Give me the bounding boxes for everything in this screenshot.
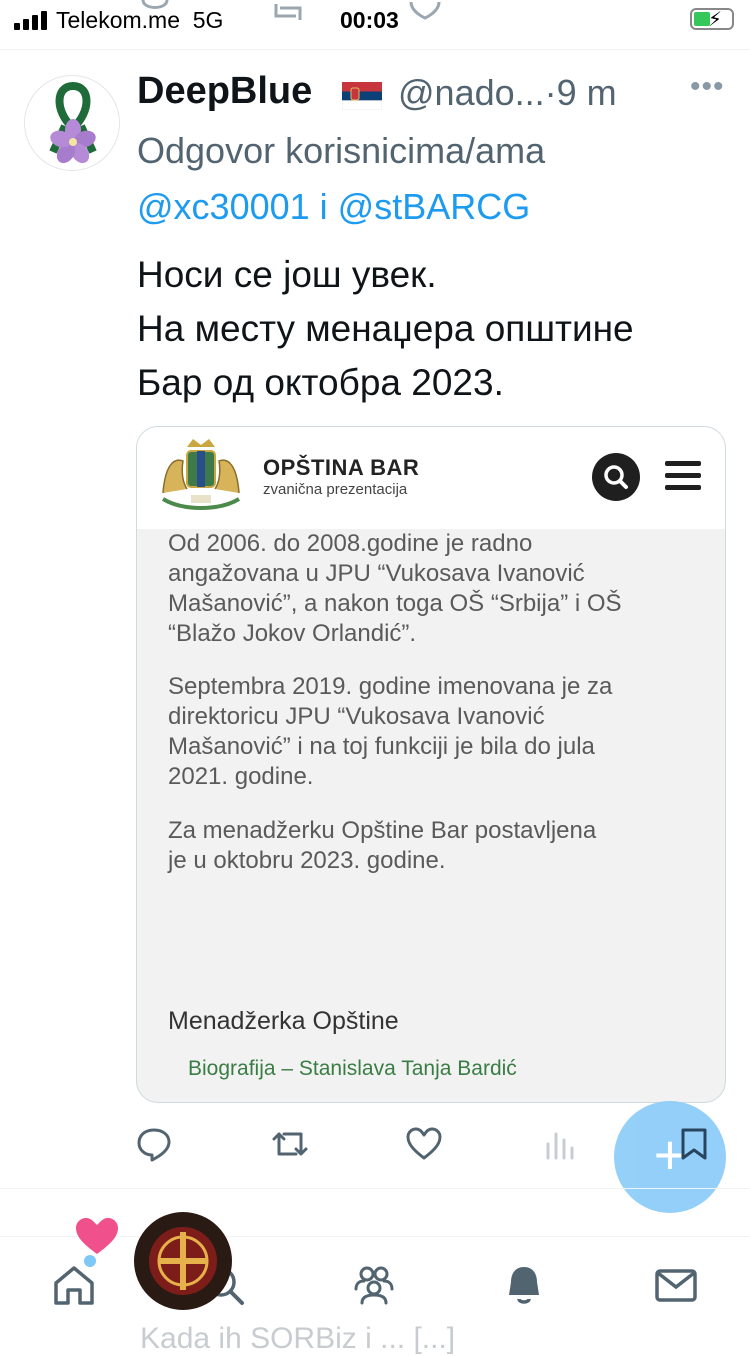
home-icon[interactable] [50, 1261, 98, 1309]
reply-context: Odgovor korisnicima/ama [137, 130, 546, 171]
more-options-icon[interactable]: ••• [690, 70, 725, 104]
communities-icon[interactable] [350, 1261, 398, 1309]
views-icon[interactable] [540, 1124, 580, 1164]
reply-icon[interactable] [134, 1124, 174, 1164]
site-menu-icon [665, 461, 701, 491]
bookmark-icon[interactable] [680, 1127, 708, 1161]
battery-icon: ⚡ [690, 8, 734, 31]
site-title: OPŠTINA BAR [263, 455, 420, 480]
site-subtitle: zvanična prezentacija [263, 481, 408, 498]
compose-tweet-button[interactable]: + [614, 1101, 726, 1213]
bio-paragraph: Za menadžerku Opštine Bar postavljena je… [168, 817, 597, 874]
messages-icon[interactable] [652, 1261, 700, 1309]
bio-paragraph: Septembra 2019. godine imenovana je za d… [168, 673, 613, 790]
status-bar: Telekom.me 5G 00:03 ⚡ [0, 0, 750, 48]
tweet-text-line: Носи се још увек. [137, 254, 437, 295]
tweet-media-card[interactable]: OPŠTINA BAR zvanična prezentacija Od 200… [136, 426, 726, 1103]
author-handle-time: @nado...·9 m [398, 72, 617, 113]
like-icon[interactable] [404, 1124, 444, 1164]
biography-link: Biografija – Stanislava Tanja Bardić [188, 1057, 517, 1080]
tweet-text-line: На месту менаџера општине [137, 308, 634, 349]
retweet-icon[interactable] [270, 1124, 310, 1164]
spaces-avatar[interactable] [134, 1212, 232, 1310]
heart-reaction-icon [76, 1218, 118, 1254]
site-search-icon [592, 453, 640, 501]
role-title: Menadžerka Opštine [168, 1007, 399, 1035]
previous-like-icon [409, 1, 441, 20]
signal-icon [14, 10, 48, 30]
bubble-dot [84, 1255, 96, 1267]
previous-reply-icon [141, 0, 169, 9]
notifications-icon[interactable] [500, 1261, 548, 1309]
author-avatar[interactable] [24, 75, 120, 171]
emblem-icon [149, 1227, 217, 1295]
avatar-ribbon-flower-icon [49, 81, 97, 164]
bio-paragraph: Od 2006. do 2008.godine je radno angažov… [168, 530, 622, 647]
tweet-text-line: Бар од октобра 2023. [137, 362, 504, 403]
divider [0, 1188, 750, 1189]
clock: 00:03 [340, 7, 399, 33]
divider [0, 49, 750, 50]
next-tweet-preview: Kada ih SORBiz i ... [...] [140, 1322, 456, 1355]
previous-retweet-icon [274, 4, 302, 20]
site-header: OPŠTINA BAR zvanična prezentacija [137, 427, 725, 529]
reply-mentions-link[interactable]: @xc30001 i @stBARCG [137, 186, 530, 228]
author-name[interactable]: DeepBlue [137, 70, 312, 113]
serbia-flag-icon [342, 82, 382, 110]
municipality-crest-logo [161, 439, 241, 510]
